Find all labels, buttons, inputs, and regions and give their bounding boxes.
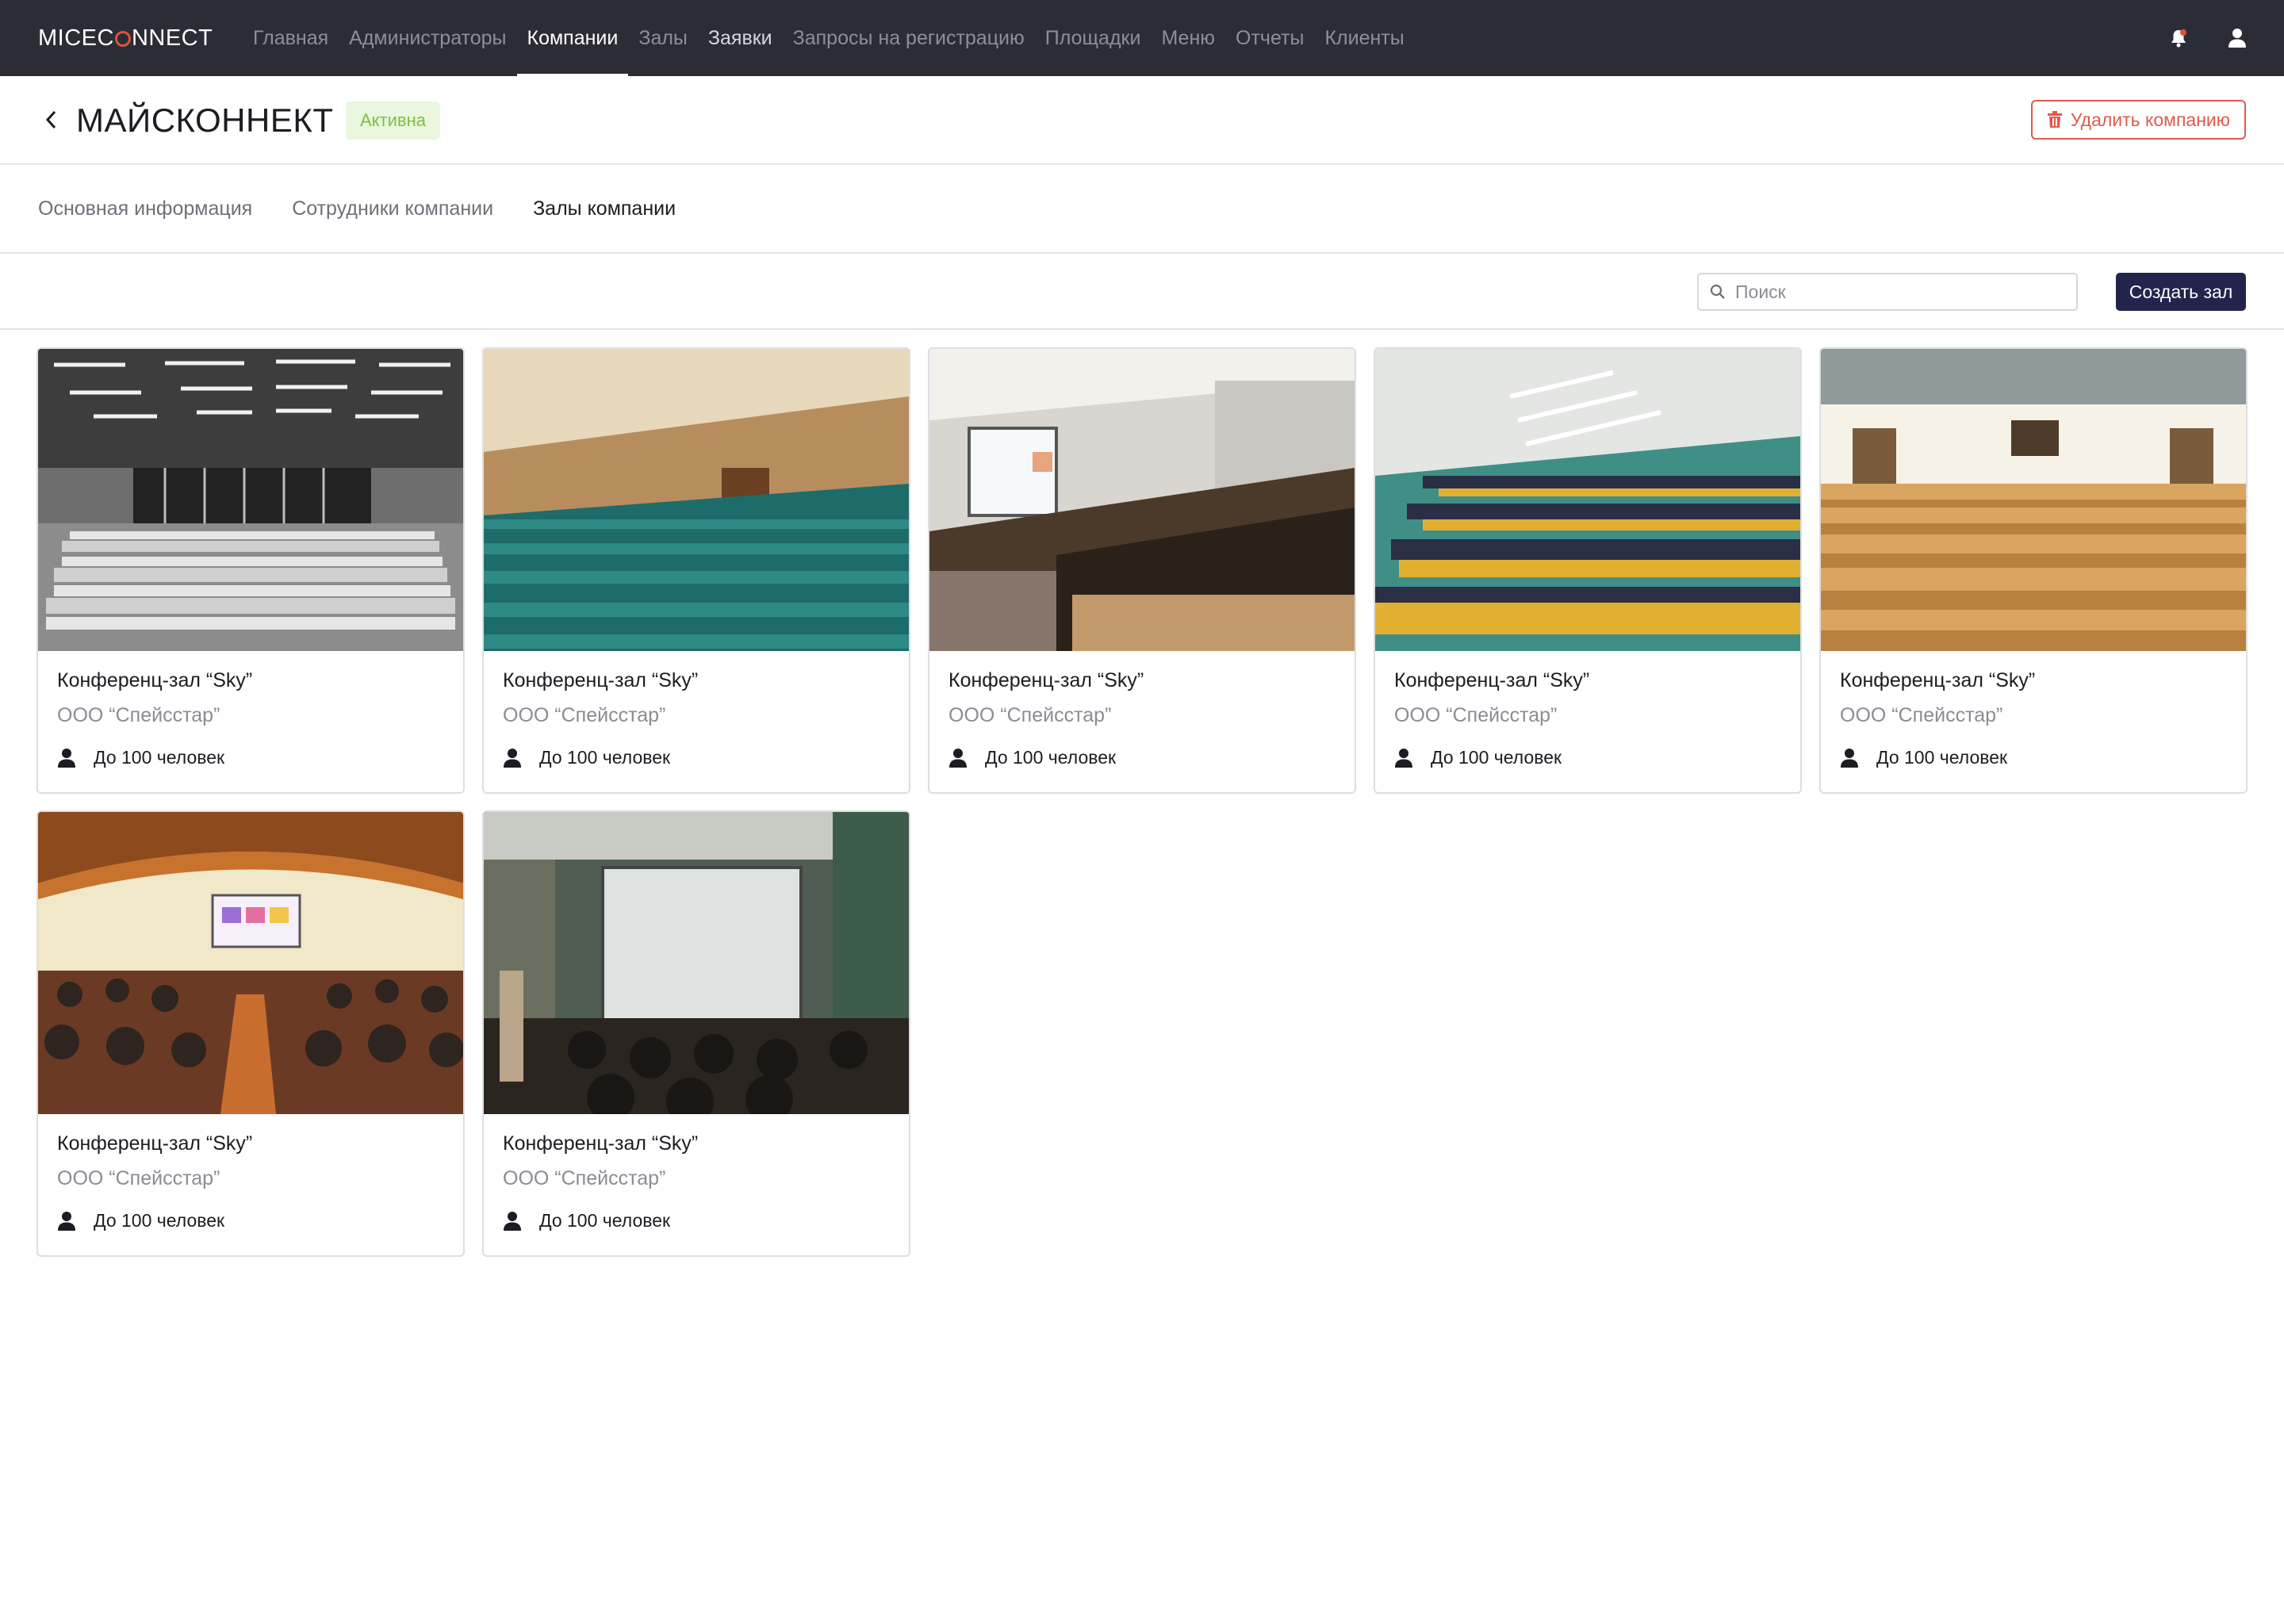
nav-item-admins[interactable]: Администраторы	[339, 0, 516, 76]
search-icon	[1710, 284, 1725, 299]
nav-item-clients[interactable]: Клиенты	[1314, 0, 1414, 76]
search-input[interactable]	[1735, 281, 2052, 303]
hall-company: ООО “Спейсстар”	[57, 704, 220, 726]
nav-item-menu[interactable]: Меню	[1151, 0, 1225, 76]
hall-capacity-label: До 100 человек	[94, 747, 225, 768]
person-icon	[504, 1211, 521, 1231]
hall-card[interactable]: Конференц-зал “Sky” ООО “Спейсстар” До 1…	[482, 810, 910, 1257]
hall-company: ООО “Спейсстар”	[503, 704, 666, 726]
hall-card[interactable]: Конференц-зал “Sky” ООО “Спейсстар” До 1…	[36, 810, 465, 1257]
hall-capacity-label: До 100 человек	[1431, 747, 1562, 768]
hall-capacity: До 100 человек	[1840, 747, 2007, 768]
nav-item-requests[interactable]: Заявки	[698, 0, 783, 76]
tab-halls[interactable]: Залы компании	[533, 197, 676, 220]
bell-icon[interactable]	[2167, 26, 2190, 50]
hall-capacity: До 100 человек	[57, 1210, 224, 1231]
hall-capacity: До 100 человек	[1394, 747, 1562, 768]
nav-item-companies[interactable]: Компании	[516, 0, 629, 76]
person-icon	[504, 748, 521, 768]
hall-title: Конференц-зал “Sky”	[1394, 669, 1590, 691]
hall-photo	[484, 812, 909, 1114]
nav-item-registration-requests[interactable]: Запросы на регистрацию	[783, 0, 1035, 76]
logo[interactable]: MICEC NNECT	[38, 0, 213, 76]
hall-card[interactable]: Конференц-зал “Sky” ООО “Спейсстар” До 1…	[928, 347, 1356, 794]
create-hall-button[interactable]: Создать зал	[2116, 273, 2246, 311]
back-arrow-icon[interactable]	[38, 106, 65, 133]
hall-card[interactable]: Конференц-зал “Sky” ООО “Спейсстар” До 1…	[36, 347, 465, 794]
page-header: МАЙСКОННЕКТ Активна Удалить компанию	[0, 76, 2284, 165]
hall-company: ООО “Спейсстар”	[503, 1167, 666, 1189]
hall-title: Конференц-зал “Sky”	[948, 669, 1144, 691]
nav-item-venues[interactable]: Площадки	[1035, 0, 1152, 76]
tab-main-info[interactable]: Основная информация	[38, 197, 252, 220]
hall-company: ООО “Спейсстар”	[1394, 704, 1558, 726]
hall-capacity-label: До 100 человек	[539, 1210, 671, 1231]
main-nav: Главная Администраторы Компании Залы Зая…	[243, 0, 1415, 76]
person-icon	[1395, 748, 1412, 768]
top-navigation-bar: MICEC NNECT Главная Администраторы Компан…	[0, 0, 2284, 76]
page-title: МАЙСКОННЕКТ	[76, 102, 334, 139]
hall-company: ООО “Спейсстар”	[948, 704, 1112, 726]
hall-title: Конференц-зал “Sky”	[503, 669, 699, 691]
nav-item-main[interactable]: Главная	[243, 0, 339, 76]
topbar-actions	[2167, 0, 2249, 76]
logo-text-start: MICEC	[38, 25, 114, 51]
nav-item-reports[interactable]: Отчеты	[1225, 0, 1314, 76]
logo-o-ring	[114, 31, 131, 47]
hall-capacity-label: До 100 человек	[94, 1210, 225, 1231]
hall-company: ООО “Спейсстар”	[57, 1167, 220, 1189]
nav-item-halls[interactable]: Залы	[628, 0, 698, 76]
hall-capacity-label: До 100 человек	[539, 747, 671, 768]
hall-company: ООО “Спейсстар”	[1840, 704, 2003, 726]
person-icon	[1841, 748, 1858, 768]
hall-title: Конференц-зал “Sky”	[57, 1132, 253, 1155]
status-badge: Активна	[346, 102, 440, 140]
logo-text-end: NNECT	[131, 25, 213, 51]
search-box[interactable]	[1697, 273, 2078, 311]
person-icon	[949, 748, 967, 768]
hall-card[interactable]: Конференц-зал “Sky” ООО “Спейсстар” До 1…	[1819, 347, 2248, 794]
hall-photo	[38, 349, 463, 651]
hall-card[interactable]: Конференц-зал “Sky” ООО “Спейсстар” До 1…	[1374, 347, 1802, 794]
hall-photo	[38, 812, 463, 1114]
hall-title: Конференц-зал “Sky”	[1840, 669, 2036, 691]
hall-capacity-label: До 100 человек	[985, 747, 1117, 768]
hall-capacity: До 100 человек	[503, 747, 670, 768]
hall-capacity-label: До 100 человек	[1876, 747, 2008, 768]
delete-company-label: Удалить компанию	[2070, 109, 2230, 130]
trash-icon	[2047, 111, 2062, 128]
delete-company-button[interactable]: Удалить компанию	[2030, 100, 2246, 140]
company-tabs: Основная информация Сотрудники компании …	[0, 165, 2284, 254]
person-icon	[58, 1211, 75, 1231]
hall-card[interactable]: Конференц-зал “Sky” ООО “Спейсстар” До 1…	[482, 347, 910, 794]
person-icon	[58, 748, 75, 768]
user-icon[interactable]	[2225, 26, 2249, 50]
hall-title: Конференц-зал “Sky”	[503, 1132, 699, 1155]
tab-employees[interactable]: Сотрудники компании	[292, 197, 493, 220]
hall-title: Конференц-зал “Sky”	[57, 669, 253, 691]
hall-capacity: До 100 человек	[503, 1210, 670, 1231]
hall-photo	[929, 349, 1355, 651]
halls-toolbar: Создать зал	[0, 254, 2284, 330]
hall-capacity: До 100 человек	[57, 747, 224, 768]
hall-photo	[1821, 349, 2246, 651]
hall-photo	[1375, 349, 1800, 651]
hall-capacity: До 100 человек	[948, 747, 1116, 768]
hall-photo	[484, 349, 909, 651]
